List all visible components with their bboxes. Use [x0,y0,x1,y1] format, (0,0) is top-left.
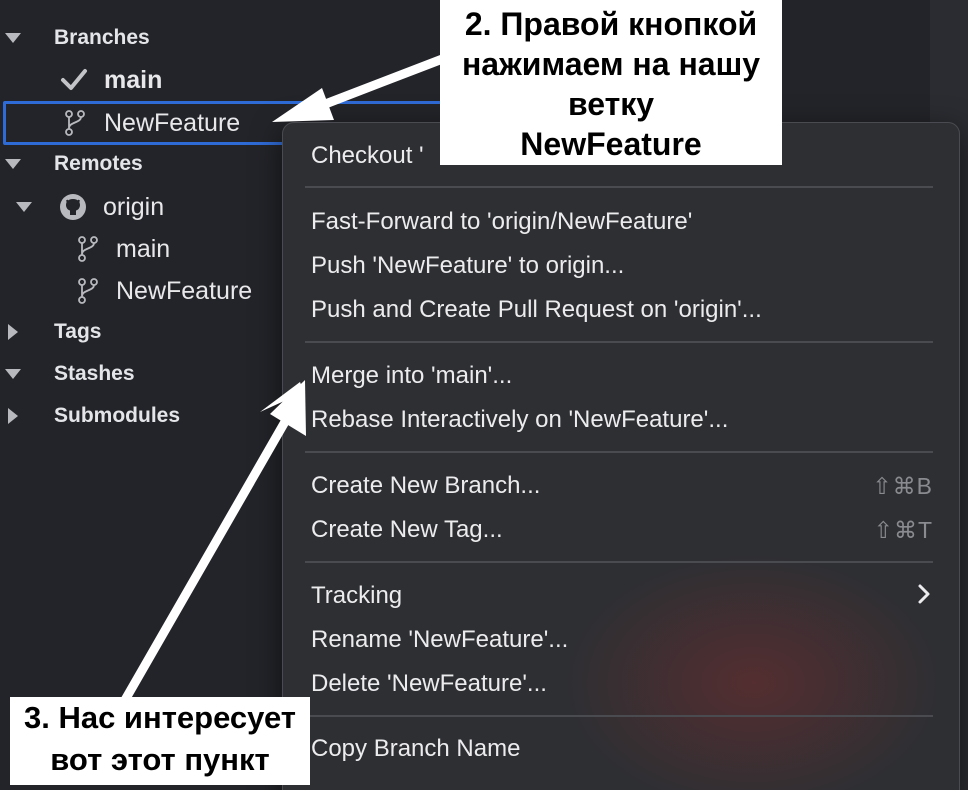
menu-item-tracking[interactable]: Tracking [311,576,933,616]
annotation-line: нажимаем на нашу [461,46,761,82]
menu-item-push-pull-request[interactable]: Push and Create Pull Request on 'origin'… [311,290,933,330]
menu-item-push[interactable]: Push 'NewFeature' to origin... [311,246,933,286]
checkmark-icon [60,67,88,93]
keyboard-shortcut: ⇧⌘B [872,472,933,499]
sidebar: Branches main NewFeature Remotes origin … [0,0,453,790]
disclosure-right-icon[interactable] [8,324,18,340]
menu-item-label: Create New Tag... [311,516,503,543]
menu-item-create-branch[interactable]: Create New Branch... ⇧⌘B [311,466,933,506]
annotation-step3: 3. Нас интересует вот этот пункт [10,697,310,785]
section-label: Submodules [54,404,181,427]
menu-item-fast-forward[interactable]: Fast-Forward to 'origin/NewFeature' [311,202,933,242]
menu-item-copy-branch-name[interactable]: Copy Branch Name [311,729,933,769]
disclosure-down-icon[interactable] [5,159,21,169]
menu-item-label: Rebase Interactively on 'NewFeature'... [311,406,729,433]
menu-item-rebase[interactable]: Rebase Interactively on 'NewFeature'... [311,400,933,440]
remote-branch-newfeature[interactable]: NewFeature [0,272,252,310]
menu-separator [305,715,933,717]
menu-item-label: Delete 'NewFeature'... [311,670,547,697]
menu-separator [305,186,933,188]
git-branch-icon [64,110,86,136]
disclosure-down-icon[interactable] [5,369,21,379]
section-label: Stashes [54,362,135,385]
menu-separator [305,451,933,453]
remote-origin[interactable]: origin [0,188,164,226]
sidebar-item-newfeature[interactable]: NewFeature [0,104,240,142]
menu-item-label: Rename 'NewFeature'... [311,626,569,653]
git-branch-icon [77,278,99,304]
branch-label: NewFeature [104,108,241,137]
remote-label: origin [103,192,165,221]
branch-label: NewFeature [116,276,253,305]
github-icon [59,193,87,221]
menu-item-rename[interactable]: Rename 'NewFeature'... [311,620,933,660]
menu-item-label: Create New Branch... [311,472,541,499]
annotation-line: NewFeature [520,126,702,162]
annotation-line: 3. Нас интересует [23,700,296,735]
section-label: Remotes [54,152,143,175]
section-branches[interactable]: Branches [0,19,150,57]
disclosure-down-icon[interactable] [16,202,32,212]
section-remotes[interactable]: Remotes [0,145,143,183]
menu-item-label: Fast-Forward to 'origin/NewFeature' [311,208,693,235]
menu-item-label: Checkout ' [311,142,424,169]
branch-label: main [116,234,171,263]
section-submodules[interactable]: Submodules [0,397,180,435]
annotation-line: вот этот пункт [50,742,270,777]
menu-separator [305,561,933,563]
menu-item-label: Copy Branch Name [311,735,521,762]
menu-item-label: Merge into 'main'... [311,362,513,389]
disclosure-down-icon[interactable] [5,33,21,43]
keyboard-shortcut: ⇧⌘T [873,516,933,543]
chevron-right-icon [917,581,931,612]
menu-item-label: Push and Create Pull Request on 'origin'… [311,296,762,323]
section-stashes[interactable]: Stashes [0,355,135,393]
context-menu: Checkout ' Fast-Forward to 'origin/NewFe… [282,122,960,790]
menu-separator [305,341,933,343]
menu-item-create-tag[interactable]: Create New Tag... ⇧⌘T [311,510,933,550]
section-label: Tags [54,320,102,343]
annotation-line: 2. Правой кнопкой [464,6,758,42]
disclosure-right-icon[interactable] [8,408,18,424]
sidebar-item-main[interactable]: main [0,61,162,99]
git-branch-icon [77,236,99,262]
section-tags[interactable]: Tags [0,313,101,351]
menu-item-delete[interactable]: Delete 'NewFeature'... [311,664,933,704]
annotation-step2: 2. Правой кнопкой нажимаем на нашу ветку… [440,0,782,165]
section-label: Branches [54,26,150,49]
menu-item-merge[interactable]: Merge into 'main'... [311,356,933,396]
branch-label: main [104,65,163,94]
menu-item-label: Tracking [311,582,403,609]
annotation-line: ветку [567,86,655,122]
remote-branch-main[interactable]: main [0,230,170,268]
menu-item-label: Push 'NewFeature' to origin... [311,252,625,279]
